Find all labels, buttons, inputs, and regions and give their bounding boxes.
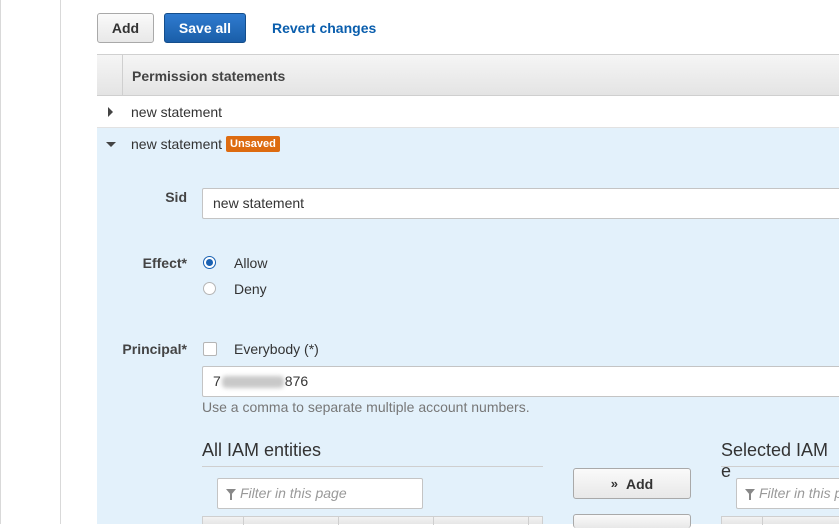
account-hint: Use a comma to separate multiple account…: [202, 399, 530, 415]
sid-label: Sid: [165, 189, 187, 205]
header-separator: [122, 55, 123, 95]
everybody-checkbox[interactable]: [203, 342, 217, 356]
everybody-label: Everybody (*): [234, 341, 319, 357]
allow-radio[interactable]: [203, 256, 216, 269]
caret-down-icon[interactable]: [106, 142, 116, 147]
content-border: [60, 0, 61, 524]
account-prefix: 7: [213, 373, 221, 389]
all-iam-entities-title: All IAM entities: [202, 440, 322, 460]
header-title: Permission statements: [132, 68, 286, 84]
redacted-digits: [221, 376, 284, 389]
permission-statements-header: Permission statements: [97, 54, 839, 96]
left-border: [0, 0, 1, 524]
filter-icon: [745, 489, 755, 500]
account-numbers-input[interactable]: 7 876: [202, 366, 839, 397]
selected-iam-divider: [721, 466, 839, 467]
revert-changes-link[interactable]: Revert changes: [272, 20, 376, 36]
account-suffix: 876: [284, 373, 309, 389]
add-iam-label: Add: [626, 475, 654, 492]
all-iam-divider: [202, 466, 543, 467]
filter-icon: [226, 489, 236, 500]
deny-label: Deny: [234, 281, 267, 297]
filter-placeholder: Filter in this page: [240, 485, 347, 501]
add-iam-entity-button[interactable]: » Add: [573, 468, 691, 499]
filter-input[interactable]: Filter in this page: [217, 478, 423, 509]
sid-input[interactable]: new statement: [202, 188, 839, 219]
statement-label: new statement: [131, 104, 223, 120]
remove-iam-entity-button[interactable]: [573, 514, 691, 528]
statement-row-expanded[interactable]: new statement Unsaved: [97, 128, 839, 160]
selected-filter-input[interactable]: Filter in this p: [736, 478, 839, 509]
unsaved-badge: Unsaved: [226, 136, 280, 152]
statement-label: new statement: [131, 136, 223, 152]
allow-label: Allow: [234, 255, 268, 271]
all-iam-grid-header: [202, 516, 543, 525]
effect-label: Effect*: [142, 255, 187, 271]
add-button[interactable]: Add: [97, 13, 154, 43]
selected-iam-grid-header: [721, 516, 839, 525]
double-chevron-right-icon: »: [610, 476, 618, 491]
statement-row[interactable]: new statement: [97, 96, 839, 128]
filter-placeholder-right: Filter in this p: [759, 485, 839, 501]
caret-right-icon[interactable]: [108, 107, 113, 117]
principal-label: Principal*: [122, 341, 187, 357]
deny-radio[interactable]: [203, 282, 216, 295]
selected-iam-entities-title: Selected IAM e: [721, 440, 829, 481]
save-all-button[interactable]: Save all: [164, 13, 246, 43]
